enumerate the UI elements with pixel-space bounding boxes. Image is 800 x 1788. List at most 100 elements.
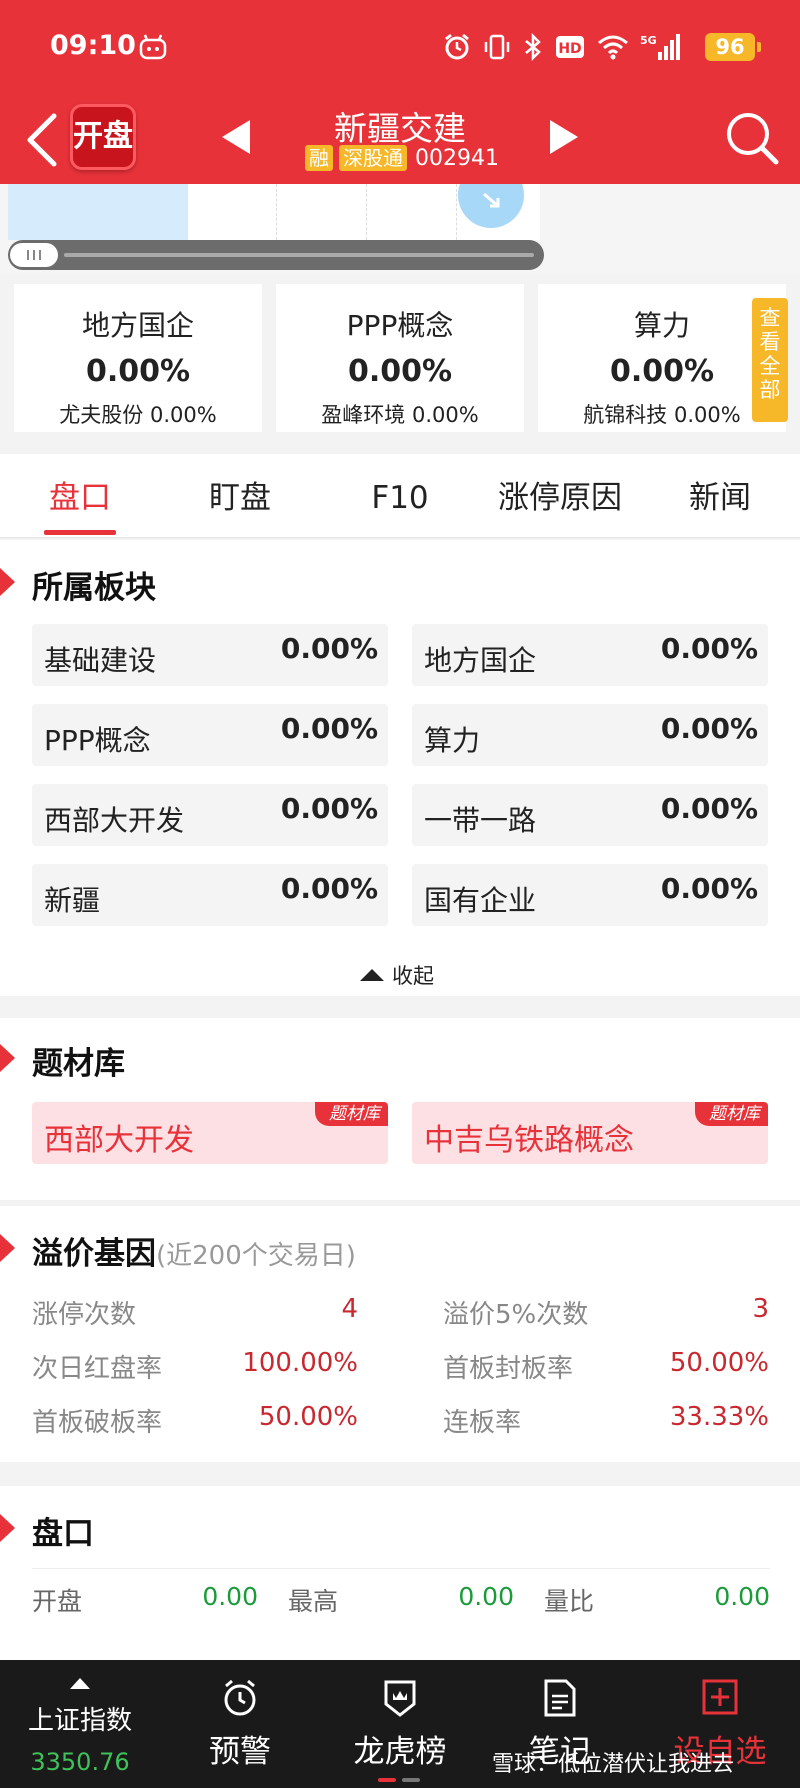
chart-expand-bubble-icon[interactable] (458, 184, 524, 228)
pankou-item: 量比 0.00 (544, 1582, 770, 1618)
tab-limit-up-reason[interactable]: 涨停原因 (480, 454, 640, 538)
index-name: 上证指数 (27, 1706, 132, 1736)
scrollbar-track (64, 253, 534, 257)
scrollbar-handle[interactable] (10, 243, 58, 267)
nav-label: 预警 (209, 1734, 271, 1770)
concept-card[interactable]: 地方国企 0.00% 尤夫股份 0.00% (14, 284, 262, 432)
chart-gridline (276, 184, 277, 240)
section-title: 题材库 (32, 1046, 125, 1082)
gene-label: 连板率 (443, 1408, 522, 1438)
index-value: 3350.76 (30, 1748, 130, 1776)
sector-change: 0.00% (660, 712, 758, 745)
bottom-nav: 上证指数 3350.76 预警 龙虎榜 笔记 设自选 雪球：低位潜伏让我进去 (0, 1660, 800, 1788)
tab-news[interactable]: 新闻 (640, 454, 800, 538)
sector-item[interactable]: 西部大开发 0.00% (32, 784, 388, 846)
pankou-value: 0.00 (202, 1582, 258, 1611)
gene-value: 100.00% (242, 1348, 358, 1378)
gene-value: 50.00% (258, 1402, 358, 1432)
concept-title: 地方国企 (81, 309, 194, 342)
sector-change: 0.00% (280, 632, 378, 665)
section-title: 盘口 (32, 1516, 94, 1552)
gene-value: 33.33% (669, 1402, 769, 1432)
header: 09:10 HD 5G 96 开盘 新疆交建 融 深股通 002941 (0, 0, 800, 184)
next-stock-arrow-icon[interactable] (548, 118, 580, 156)
search-icon[interactable] (724, 110, 780, 166)
app-logo[interactable]: 开盘 (70, 104, 136, 170)
gene-label: 溢价5%次数 (443, 1300, 589, 1330)
pankou-label: 开盘 (32, 1587, 83, 1616)
sector-name: 地方国企 (424, 644, 537, 677)
mini-chart[interactable] (8, 184, 540, 240)
page-indicator (378, 1778, 420, 1782)
tab-f10[interactable]: F10 (320, 454, 480, 538)
sector-name: 西部大开发 (44, 804, 185, 837)
gene-label: 首板封板率 (443, 1354, 574, 1384)
theme-item[interactable]: 西部大开发 题材库 (32, 1102, 388, 1164)
tab-watch[interactable]: 盯盘 (160, 454, 320, 538)
note-document-icon (544, 1679, 576, 1717)
collapse-label: 收起 (392, 964, 434, 988)
concept-card[interactable]: 算力 0.00% 航锦科技 0.00% (538, 284, 786, 432)
sector-item[interactable]: 国有企业 0.00% (412, 864, 768, 926)
premium-gene-section: 溢价基因(近200个交易日) 涨停次数 4 溢价5%次数 3 次日红盘率 100… (0, 1206, 800, 1462)
sector-name: 算力 (424, 724, 481, 757)
section-title-text: 溢价基因 (32, 1236, 156, 1272)
sector-item[interactable]: 算力 0.00% (412, 704, 768, 766)
theme-section: 题材库 西部大开发 题材库 中吉乌铁路概念 题材库 (0, 1018, 800, 1200)
nav-dragon-tiger[interactable]: 龙虎榜 (320, 1660, 480, 1788)
active-tab-indicator (44, 530, 116, 535)
pankou-value: 0.00 (458, 1582, 514, 1611)
sector-name: PPP概念 (44, 724, 151, 757)
sector-item[interactable]: 新疆 0.00% (32, 864, 388, 926)
sector-section: 所属板块 基础建设 0.00% 地方国企 0.00% PPP概念 0.00% 算… (0, 540, 800, 996)
section-marker-icon (0, 1514, 15, 1542)
nav-label: 龙虎榜 (353, 1734, 447, 1770)
alarm-clock-icon (224, 1679, 256, 1716)
gene-value: 50.00% (669, 1348, 769, 1378)
concept-leader: 尤夫股份 0.00% (59, 403, 217, 427)
theme-item[interactable]: 中吉乌铁路概念 题材库 (412, 1102, 768, 1164)
hd-icon: HD (556, 36, 584, 58)
concept-card[interactable]: PPP概念 0.00% 盈峰环境 0.00% (276, 284, 524, 432)
sector-name: 国有企业 (424, 884, 537, 917)
theme-badge: 题材库 (695, 1102, 768, 1126)
gene-value: 3 (752, 1294, 769, 1324)
status-time: 09:10 (50, 30, 136, 61)
concept-change: 0.00% (85, 354, 191, 389)
section-title: 溢价基因(近200个交易日) (32, 1228, 356, 1273)
sector-item[interactable]: 地方国企 0.00% (412, 624, 768, 686)
pankou-label: 量比 (544, 1587, 595, 1616)
collapse-button[interactable]: 收起 (360, 960, 434, 990)
back-arrow-icon[interactable] (22, 112, 62, 168)
pankou-section: 盘口 开盘 0.00 最高 0.00 量比 0.00 (0, 1486, 800, 1666)
signal-5g-icon: 5G (640, 34, 680, 60)
section-marker-icon (0, 568, 15, 596)
nav-alert[interactable]: 预警 (160, 1660, 320, 1788)
sector-item[interactable]: 基础建设 0.00% (32, 624, 388, 686)
sector-change: 0.00% (280, 792, 378, 825)
view-all-button[interactable]: 查看全部 (752, 298, 788, 422)
gene-label: 首板破板率 (32, 1408, 163, 1438)
theme-badge: 题材库 (315, 1102, 388, 1126)
chart-scrollbar[interactable] (8, 240, 544, 270)
previous-stock-arrow-icon[interactable] (220, 118, 252, 156)
sector-change: 0.00% (280, 712, 378, 745)
concept-title: 算力 (633, 309, 690, 342)
page-dot (378, 1778, 396, 1782)
sector-name: 新疆 (44, 884, 101, 917)
sector-item[interactable]: 一带一路 0.00% (412, 784, 768, 846)
concept-leader: 航锦科技 0.00% (583, 403, 741, 427)
sector-item[interactable]: PPP概念 0.00% (32, 704, 388, 766)
sector-name: 基础建设 (44, 644, 157, 677)
nav-index[interactable]: 上证指数 3350.76 (0, 1660, 160, 1788)
wifi-icon (598, 35, 628, 60)
concept-leader: 盈峰环境 0.00% (321, 403, 479, 427)
concept-title: PPP概念 (346, 309, 454, 342)
shield-crown-icon (384, 1680, 416, 1717)
connect-tag: 深股通 (339, 145, 407, 171)
theme-name: 中吉乌铁路概念 (424, 1123, 634, 1158)
tab-pankou[interactable]: 盘口 (0, 454, 160, 538)
status-icons: HD 5G (442, 30, 680, 64)
pankou-item: 最高 0.00 (288, 1582, 514, 1618)
concept-change: 0.00% (347, 354, 453, 389)
